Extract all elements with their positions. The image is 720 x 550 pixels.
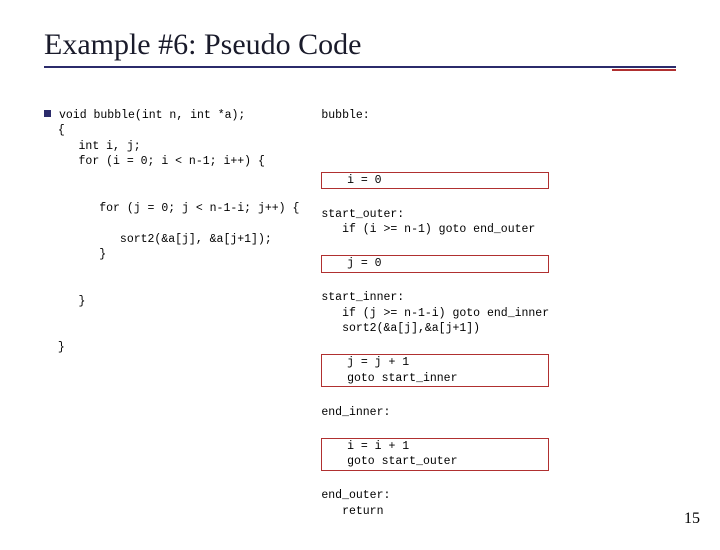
code-line: sort2(&a[j], &a[j+1]); xyxy=(58,233,272,246)
highlight-box: i = i + 1 goto start_outer xyxy=(321,438,549,471)
code-columns: void bubble(int n, int *a); { int i, j; … xyxy=(44,92,676,550)
c-source-code: void bubble(int n, int *a); { int i, j; … xyxy=(44,92,299,356)
code-line: end_inner: xyxy=(321,406,390,419)
code-line: for (j = 0; j < n-1-i; j++) { xyxy=(58,202,300,215)
code-line: } xyxy=(58,341,65,354)
code-line: for (i = 0; i < n-1; i++) { xyxy=(58,155,265,168)
page-number: 15 xyxy=(684,510,700,528)
code-line: if (i >= n-1) goto end_outer xyxy=(321,223,535,236)
title-underline xyxy=(44,66,676,70)
code-line: start_outer: xyxy=(321,208,404,221)
code-line: void bubble(int n, int *a); xyxy=(59,109,245,122)
code-line: int i, j; xyxy=(58,140,141,153)
highlight-box: j = 0 xyxy=(321,255,549,273)
code-line: i = i + 1 xyxy=(326,440,409,453)
pseudo-code: bubble: i = 0 start_outer: if (i >= n-1)… xyxy=(321,92,549,550)
highlight-box: j = j + 1 goto start_inner xyxy=(321,354,549,387)
code-line: j = j + 1 xyxy=(326,356,409,369)
code-line: i = 0 xyxy=(326,174,381,187)
code-line: end_outer: xyxy=(321,489,390,502)
slide-title: Example #6: Pseudo Code xyxy=(44,28,676,62)
code-line: j = 0 xyxy=(326,257,381,270)
code-line: bubble: xyxy=(321,108,549,124)
code-line: goto start_inner xyxy=(326,372,457,385)
highlight-box: i = 0 xyxy=(321,172,549,190)
code-line: sort2(&a[j],&a[j+1]) xyxy=(321,322,480,335)
bullet-icon xyxy=(44,110,51,117)
code-line: } xyxy=(58,248,106,261)
code-line: return xyxy=(321,505,383,518)
code-line: start_inner: xyxy=(321,291,404,304)
code-line: if (j >= n-1-i) goto end_inner xyxy=(321,307,549,320)
code-line: { xyxy=(58,124,65,137)
code-line: } xyxy=(58,295,86,308)
code-line: goto start_outer xyxy=(326,455,457,468)
